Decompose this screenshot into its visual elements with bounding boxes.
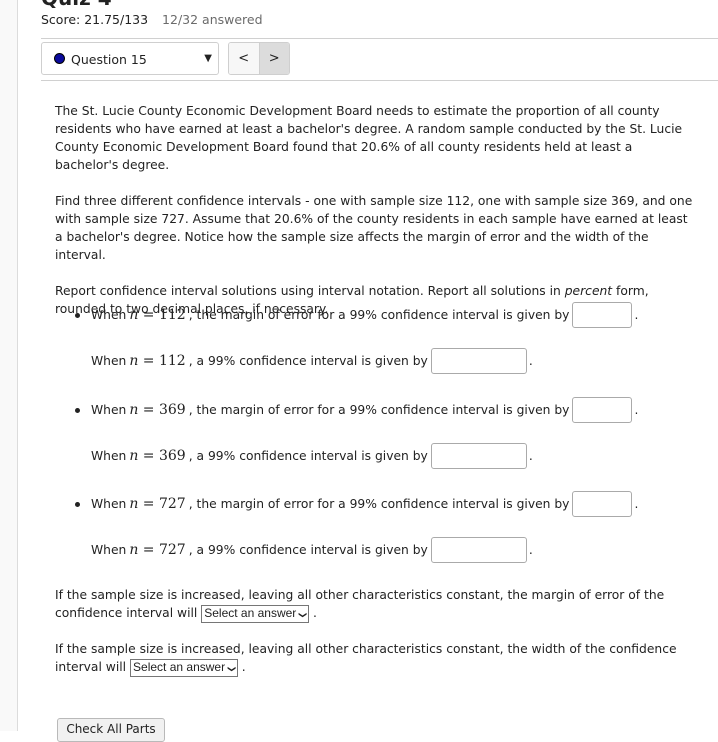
math-expression: n = 727 — [129, 496, 186, 512]
margin-of-error-followup: If the sample size is increased, leaving… — [55, 586, 695, 623]
margin-of-error-row: When n = 112 , the margin of error for a… — [75, 301, 639, 329]
math-expression: n = 369 — [129, 402, 186, 418]
next-question-button[interactable]: > — [258, 43, 289, 74]
question-status-dot-icon — [54, 53, 65, 64]
row-text: When — [91, 543, 127, 557]
score-line: Score: 21.75/133 12/32 answered — [41, 12, 263, 27]
bullet-icon — [75, 313, 80, 318]
select-value: Select an answer — [204, 606, 297, 620]
question-select-label: Question 15 — [71, 52, 147, 67]
period: . — [528, 543, 533, 557]
margin-of-error-input-n727[interactable] — [572, 491, 633, 517]
period: . — [634, 308, 639, 322]
margin-of-error-row: When n = 369 , the margin of error for a… — [75, 396, 639, 424]
confidence-interval-input-n112[interactable] — [430, 348, 527, 374]
score-text: Score: 21.75/133 — [41, 12, 149, 27]
math-expression: n = 112 — [129, 307, 186, 323]
previous-question-button[interactable]: < — [229, 43, 259, 74]
answered-count: 12/32 answered — [162, 12, 263, 27]
problem-paragraph-2: Find three different confidence interval… — [55, 194, 693, 262]
bullet-icon — [75, 408, 80, 413]
row-text: , the margin of error for a 99% confiden… — [188, 308, 570, 322]
margin-of-error-row: When n = 727 , the margin of error for a… — [75, 490, 639, 518]
math-expression: n = 369 — [129, 448, 186, 464]
check-all-parts-button[interactable]: Check All Parts — [57, 718, 165, 742]
followup-period: . — [241, 660, 246, 674]
question-nav-group: < > — [228, 42, 290, 75]
caret-down-icon: ▼ — [204, 53, 212, 64]
row-text: When — [91, 354, 127, 368]
row-text: When — [91, 403, 127, 417]
row-text: , a 99% confidence interval is given by — [188, 543, 428, 557]
question-select[interactable]: Question 15 ▼ — [41, 42, 219, 75]
row-text: , a 99% confidence interval is given by — [188, 449, 428, 463]
chevron-down-icon: ❯ — [298, 611, 308, 619]
row-text: , the margin of error for a 99% confiden… — [188, 403, 570, 417]
confidence-interval-row: When n = 112 , a 99% confidence interval… — [91, 347, 533, 375]
math-expression: n = 112 — [129, 353, 186, 369]
chevron-right-icon: > — [268, 51, 280, 66]
row-text: When — [91, 497, 127, 511]
select-value: Select an answer — [133, 660, 226, 674]
confidence-interval-row: When n = 727 , a 99% confidence interval… — [91, 536, 533, 564]
period: . — [528, 449, 533, 463]
chevron-left-icon: < — [238, 51, 250, 66]
instruction-text: Report confidence interval solutions usi… — [55, 284, 565, 298]
instruction-emphasis: percent — [564, 284, 613, 298]
followup-text: If the sample size is increased, leaving… — [55, 588, 665, 620]
confidence-interval-row: When n = 369 , a 99% confidence interval… — [91, 442, 533, 470]
margin-of-error-input-n369[interactable] — [572, 397, 633, 423]
period: . — [634, 497, 639, 511]
problem-paragraph-1: The St. Lucie County Economic Developmen… — [55, 104, 683, 172]
margin-of-error-answer-select[interactable]: Select an answer ❯ — [201, 605, 310, 623]
period: . — [634, 403, 639, 417]
divider — [41, 80, 718, 81]
chevron-down-icon: ❯ — [227, 665, 237, 673]
left-gutter — [0, 0, 18, 731]
bullet-icon — [75, 502, 80, 507]
confidence-interval-input-n369[interactable] — [430, 443, 527, 469]
confidence-interval-input-n727[interactable] — [430, 537, 527, 563]
width-followup: If the sample size is increased, leaving… — [55, 640, 695, 677]
period: . — [528, 354, 533, 368]
followup-period: . — [312, 606, 317, 620]
width-answer-select[interactable]: Select an answer ❯ — [130, 659, 238, 677]
quiz-title: Quiz 4 — [41, 0, 112, 10]
row-text: , the margin of error for a 99% confiden… — [188, 497, 570, 511]
row-text: When — [91, 449, 127, 463]
divider — [41, 38, 718, 39]
math-expression: n = 727 — [129, 542, 186, 558]
row-text: When — [91, 308, 127, 322]
row-text: , a 99% confidence interval is given by — [188, 354, 428, 368]
margin-of-error-input-n112[interactable] — [572, 302, 633, 328]
